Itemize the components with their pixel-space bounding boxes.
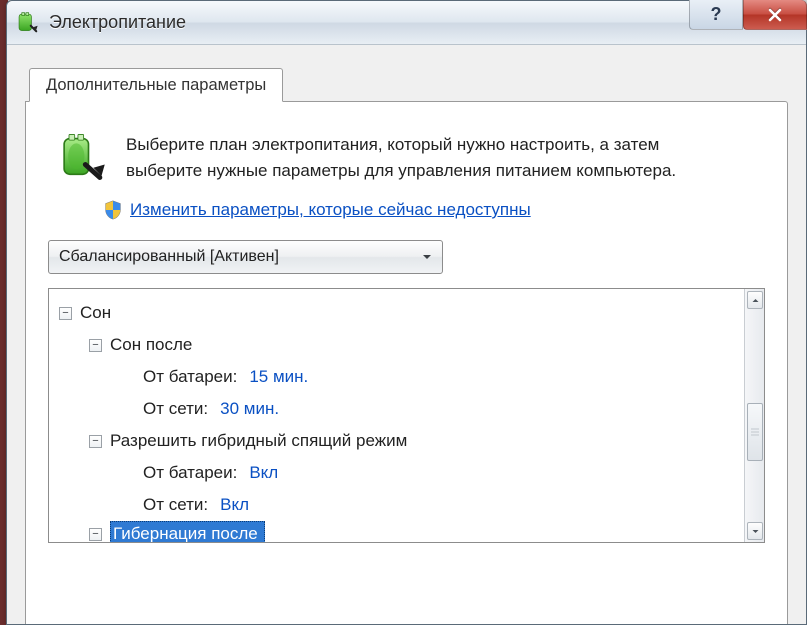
dialog-window: Электропитание ? Дополнительные параметр… [6,0,807,625]
collapse-icon[interactable]: − [89,339,102,352]
close-button[interactable] [743,0,807,30]
tree-value-row[interactable]: От сети: Вкл [57,489,740,521]
collapse-icon[interactable]: − [89,528,102,541]
node-label: Гибернация после [113,518,258,542]
tree-node-sleep-after[interactable]: − Сон после [57,329,740,361]
admin-link-row: Изменить параметры, которые сейчас недос… [104,200,765,220]
change-unavailable-settings-link[interactable]: Изменить параметры, которые сейчас недос… [130,200,531,220]
power-plan-icon [56,132,108,184]
client-area: Дополнительные параметры [7,45,806,624]
vertical-scrollbar[interactable] [744,289,764,542]
value-label: От батареи: [143,361,237,393]
tab-strip: Дополнительные параметры [25,67,788,101]
help-button[interactable]: ? [689,0,743,30]
close-icon [766,6,784,24]
combobox-value: Сбалансированный [Активен] [59,248,279,266]
window-controls: ? [689,0,807,30]
value-link[interactable]: 15 мин. [249,361,308,393]
settings-tree: − Сон − Сон после От батареи: 15 мин. От… [48,288,765,543]
tab-additional-settings[interactable]: Дополнительные параметры [29,68,283,102]
node-label: Сон [80,297,111,329]
selected-node[interactable]: Гибернация после [110,521,265,542]
chevron-down-icon [751,527,760,536]
tree-value-row[interactable]: От сети: 30 мин. [57,393,740,425]
value-label: От сети: [143,393,208,425]
uac-shield-icon [104,200,122,220]
value-link[interactable]: Вкл [249,457,278,489]
node-label: Сон после [110,329,192,361]
value-link[interactable]: Вкл [220,489,249,521]
tree-value-row[interactable]: От батареи: 15 мин. [57,361,740,393]
scroll-down-button[interactable] [747,522,763,540]
tree-node-hibernate-after[interactable]: − Гибернация после [57,521,740,542]
tab-label: Дополнительные параметры [46,76,266,94]
tree-value-row[interactable]: От батареи: Вкл [57,457,740,489]
value-link[interactable]: 30 мин. [220,393,279,425]
chevron-down-icon [418,248,436,266]
intro-text: Выберите план электропитания, который ну… [126,132,686,184]
tab-panel: Выберите план электропитания, который ну… [25,101,788,624]
help-icon: ? [711,4,722,25]
tree-node-sleep[interactable]: − Сон [57,297,740,329]
power-options-icon [17,12,39,34]
tree-content[interactable]: − Сон − Сон после От батареи: 15 мин. От… [49,289,744,542]
scroll-up-button[interactable] [747,291,763,309]
value-label: От батареи: [143,457,237,489]
collapse-icon[interactable]: − [89,435,102,448]
intro-block: Выберите план электропитания, который ну… [48,132,765,184]
window-title: Электропитание [49,12,186,33]
tree-node-hybrid-sleep[interactable]: − Разрешить гибридный спящий режим [57,425,740,457]
title-bar[interactable]: Электропитание ? [7,1,806,45]
value-label: От сети: [143,489,208,521]
chevron-up-icon [751,296,760,305]
power-plan-combobox[interactable]: Сбалансированный [Активен] [48,240,443,274]
collapse-icon[interactable]: − [59,307,72,320]
node-label: Разрешить гибридный спящий режим [110,425,407,457]
scroll-thumb[interactable] [747,403,763,461]
